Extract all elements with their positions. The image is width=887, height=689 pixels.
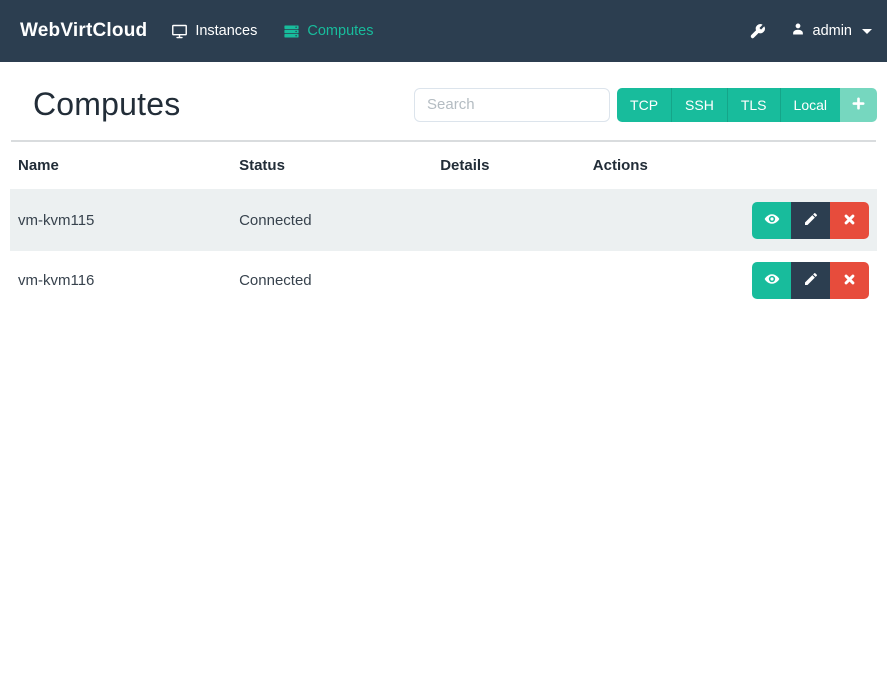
view-compute-button[interactable] (752, 262, 791, 299)
server-icon (283, 23, 300, 40)
edit-compute-button[interactable] (791, 262, 830, 299)
table-row: vm-kvm115 Connected (10, 189, 877, 251)
nav-item-computes[interactable]: Computes (283, 23, 373, 40)
cell-details (432, 250, 585, 310)
cell-name: vm-kvm116 (10, 250, 232, 310)
plus-icon (851, 96, 866, 114)
view-compute-button[interactable] (752, 202, 791, 239)
local-button[interactable]: Local (779, 87, 840, 122)
cell-details (432, 189, 585, 251)
tls-button[interactable]: TLS (726, 87, 780, 122)
wrench-icon[interactable] (749, 23, 766, 40)
monitor-icon (171, 23, 188, 40)
navbar: WebVirtCloud Instances Computes admin (0, 0, 887, 62)
delete-compute-button[interactable] (830, 202, 869, 239)
delete-compute-button[interactable] (830, 262, 869, 299)
nav-item-label: Computes (307, 23, 374, 39)
pencil-icon (803, 211, 819, 230)
tcp-button[interactable]: TCP (617, 87, 672, 122)
page-head: Computes TCP SSH TLS Local (10, 62, 877, 123)
search-input[interactable] (414, 87, 611, 122)
eye-icon (763, 270, 781, 291)
cell-status: Connected (231, 189, 433, 251)
pencil-icon (803, 271, 819, 290)
nav-items: Instances Computes (171, 23, 373, 40)
user-menu[interactable]: admin (790, 21, 872, 41)
column-header-actions: Actions (584, 142, 877, 191)
nav-item-instances[interactable]: Instances (171, 23, 257, 40)
column-header-details: Details (432, 142, 585, 191)
column-header-status: Status (231, 142, 433, 191)
cell-name: vm-kvm115 (10, 189, 232, 251)
table-header-row: Name Status Details Actions (10, 142, 877, 191)
connection-type-buttons: TCP SSH TLS Local (617, 87, 877, 122)
x-icon (842, 212, 857, 230)
add-compute-button[interactable] (840, 87, 877, 122)
caret-down-icon (862, 28, 872, 34)
eye-icon (763, 210, 781, 231)
navbar-right: admin (749, 21, 872, 41)
x-icon (842, 272, 857, 290)
cell-actions (584, 189, 877, 251)
computes-table: Name Status Details Actions vm-kvm115 Co… (10, 142, 877, 310)
column-header-name: Name (10, 142, 232, 191)
user-name: admin (812, 23, 853, 39)
brand-logo[interactable]: WebVirtCloud (20, 20, 147, 42)
page-title: Computes (33, 86, 181, 122)
table-row: vm-kvm116 Connected (10, 250, 877, 310)
main-content: Computes TCP SSH TLS Local Name Status D… (0, 62, 887, 310)
user-icon (790, 21, 806, 41)
cell-status: Connected (231, 250, 433, 310)
edit-compute-button[interactable] (791, 202, 830, 239)
cell-actions (584, 250, 877, 310)
nav-item-label: Instances (195, 23, 258, 39)
ssh-button[interactable]: SSH (671, 87, 727, 122)
